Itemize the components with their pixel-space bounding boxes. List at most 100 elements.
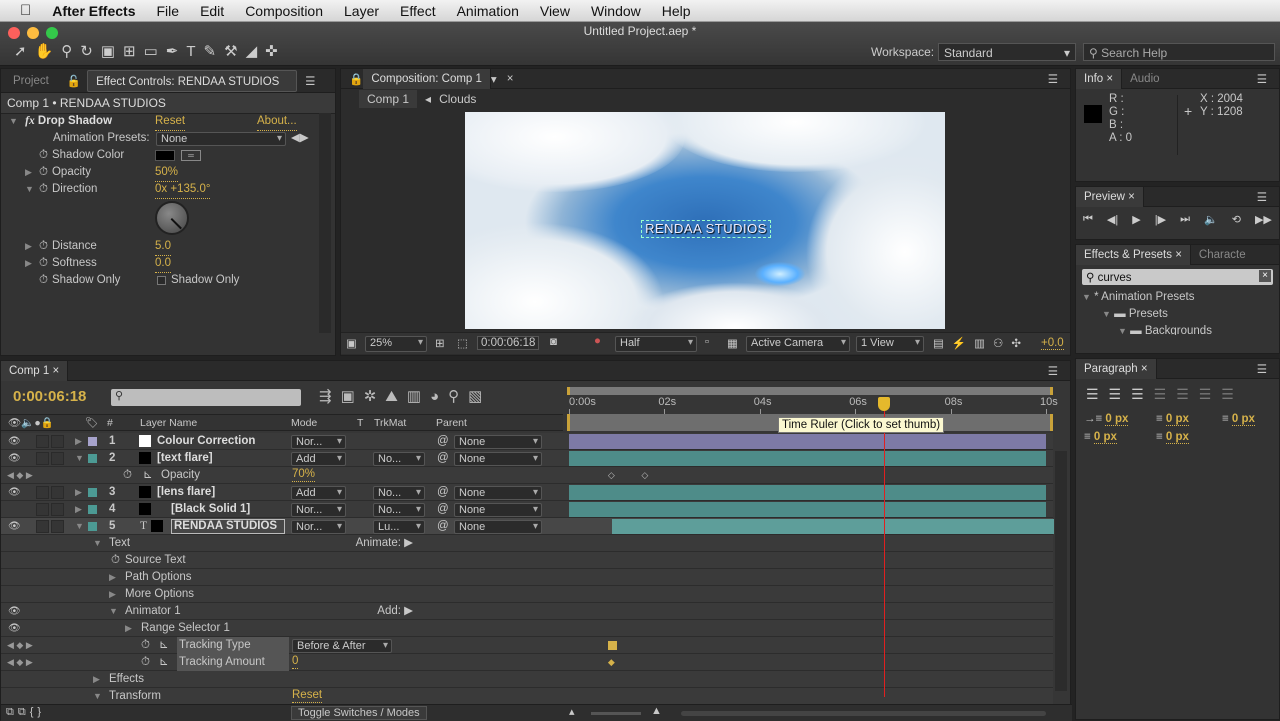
graph-icon[interactable]: ⊾ [143,467,153,484]
audio-switch[interactable] [36,452,49,465]
stopwatch-icon[interactable]: ⏱ [39,183,48,195]
layer-name[interactable]: Colour Correction [157,433,255,450]
tab-preview[interactable]: Preview × [1076,186,1144,207]
keyframe-navigator-icon[interactable]: ◀ ◆ ▶ [7,467,33,484]
play-circle-icon[interactable]: ▶ [401,537,413,549]
lock-switch[interactable] [51,503,64,516]
panel-menu-icon[interactable]: ☰ [1257,362,1267,376]
hold-keyframe-icon[interactable] [607,641,617,650]
layer-row[interactable]: 👁 ▼ 5 T RENDAA STUDIOS Nor... Lu... @ None [1,518,1054,535]
clear-search-icon[interactable]: × [1259,270,1271,282]
channels-icon[interactable]: ● [594,335,601,347]
menu-edit[interactable]: Edit [200,3,224,19]
property-value[interactable]: 70% [292,467,316,482]
layer-property-row[interactable]: ▶ Path Options [1,569,1053,586]
menu-help[interactable]: Help [662,3,691,19]
stopwatch-icon[interactable]: ⏱ [141,637,150,654]
eraser-tool-icon[interactable]: ◢ [246,43,266,60]
expand-triangle-icon[interactable]: ▼ [75,518,84,535]
mode-select[interactable]: Nor... [291,434,346,449]
label-color[interactable] [88,437,97,446]
layer-property-row[interactable]: ⏱ Source Text [1,552,1053,569]
label-color[interactable] [88,505,97,514]
keyframe-icon[interactable]: ◇ [608,467,615,484]
play-icon[interactable]: ▶ [1132,213,1140,226]
property-value[interactable]: 0x +135.0° [155,181,211,199]
layer-property-row[interactable]: ▼ Transform Reset [1,688,1053,705]
comp-text-layer[interactable]: RENDAA STUDIOS [641,220,771,238]
visibility-eye-icon[interactable]: 👁 [8,603,21,620]
next-frame-icon[interactable]: |▶ [1155,213,1166,226]
direction-dial[interactable] [155,201,189,235]
pan-behind-tool-icon[interactable]: ⊞ [123,43,144,60]
pick-whip-icon[interactable]: @ [437,518,449,535]
tree-item-backgrounds[interactable]: ▼ ▬ Backgrounds [1082,323,1279,335]
layer-row[interactable]: 👁 ▶ 1 Colour Correction Nor... @ None [1,433,1053,450]
tab-project[interactable]: Project [1,75,61,87]
comp-breadcrumb-current[interactable]: Comp 1 [359,90,418,108]
layer-duration-bar[interactable] [569,434,1046,449]
layer-row[interactable]: 👁 ▶ 3 [lens flare] Add No... @ None [1,484,1053,501]
layer-property-row[interactable]: ▶ Effects [1,671,1053,688]
brush-tool-icon[interactable]: ✎ [204,43,225,60]
type-tool-icon[interactable]: T [186,43,203,60]
animation-presets-select[interactable]: None [156,131,286,146]
stopwatch-icon[interactable]: ⏱ [39,149,48,161]
layer-property-row[interactable]: ◀ ◆ ▶ ⏱ ⊾ Opacity 70% ◇ ◇ [1,467,1053,484]
current-time-indicator[interactable] [877,397,890,411]
stopwatch-icon[interactable]: ⏱ [141,654,150,671]
about-link[interactable]: About... [257,113,297,131]
expand-triangle-icon[interactable]: ▼ [93,535,102,552]
tree-item-presets[interactable]: ▼ ▬ Presets [1082,306,1279,323]
parent-select[interactable]: None [454,451,542,466]
play-circle-icon[interactable]: ▶ [401,605,413,617]
layer-property-row[interactable]: ▼ Text Animate: ▶ [1,535,1053,552]
expand-triangle-icon[interactable]: ▶ [75,484,82,501]
expand-triangle-icon[interactable]: ▶ [25,238,39,255]
time-ruler[interactable]: 0:00s 02s 04s 06s 08s 10s [563,395,1058,415]
tracking-type-select[interactable]: Before & After [292,638,392,653]
stopwatch-icon[interactable]: ⏱ [39,166,48,178]
current-time-display[interactable]: 0:00:06:18 [477,336,540,350]
parent-select[interactable]: None [454,434,542,449]
alignment-buttons[interactable]: ☰☰☰☰☰☰☰ [1076,379,1279,410]
effects-search-input[interactable]: ⚲ curves × [1082,269,1273,285]
stopwatch-icon[interactable]: ⏱ [111,552,120,569]
layer-duration-bar[interactable] [611,519,1054,534]
playhead-line[interactable] [883,397,885,697]
trkmat-select[interactable]: No... [373,485,425,500]
animate-menu-button[interactable]: Animate: ▶ [356,535,413,552]
pick-whip-icon[interactable]: @ [437,501,449,518]
visibility-eye-icon[interactable]: 👁 [8,433,21,450]
menu-file[interactable]: File [157,3,180,19]
panel-menu-icon[interactable]: ☰ [1257,72,1267,86]
magnification-select[interactable]: 25% [365,336,427,352]
keyframe-icon[interactable]: ◇ [641,467,648,484]
visibility-eye-icon[interactable]: 👁 [8,484,21,501]
keyframe-icon[interactable]: ◆ [608,654,615,671]
clone-tool-icon[interactable]: ⚒ [224,43,245,60]
apple-icon[interactable]:  [20,2,31,19]
transparency-grid-icon[interactable]: ▦ [727,336,738,350]
resolution-select[interactable]: Half [615,336,697,352]
zoom-slider[interactable] [591,712,641,715]
tab-info[interactable]: Info × [1076,68,1123,89]
label-color[interactable] [88,522,97,531]
expand-triangle-icon[interactable]: ▼ [25,181,39,198]
layer-duration-bar[interactable] [569,485,1046,500]
exposure-value[interactable]: +0.0 [1041,337,1064,350]
snapshot-icon[interactable]: ◙ [550,336,557,348]
trkmat-select[interactable]: No... [373,502,425,517]
menu-layer[interactable]: Layer [344,3,379,19]
expand-triangle-icon[interactable]: ▶ [109,569,116,586]
panel-menu-icon[interactable]: ☰ [305,74,315,88]
tab-comp-1[interactable]: Comp 1 × [1,360,69,381]
menu-animation[interactable]: Animation [457,3,519,19]
workspace-select[interactable]: Standard ▾ [938,43,1076,61]
layer-name[interactable]: [text flare] [157,450,213,467]
stopwatch-icon[interactable]: ⏱ [39,274,48,286]
zoom-in-icon[interactable]: ▲ [651,705,662,717]
property-value[interactable]: 5.0 [155,238,171,256]
layer-row[interactable]: 👁 ▼ 2 [text flare] Add No... @ None [1,450,1053,467]
expand-triangle-icon[interactable]: ▶ [25,255,39,272]
